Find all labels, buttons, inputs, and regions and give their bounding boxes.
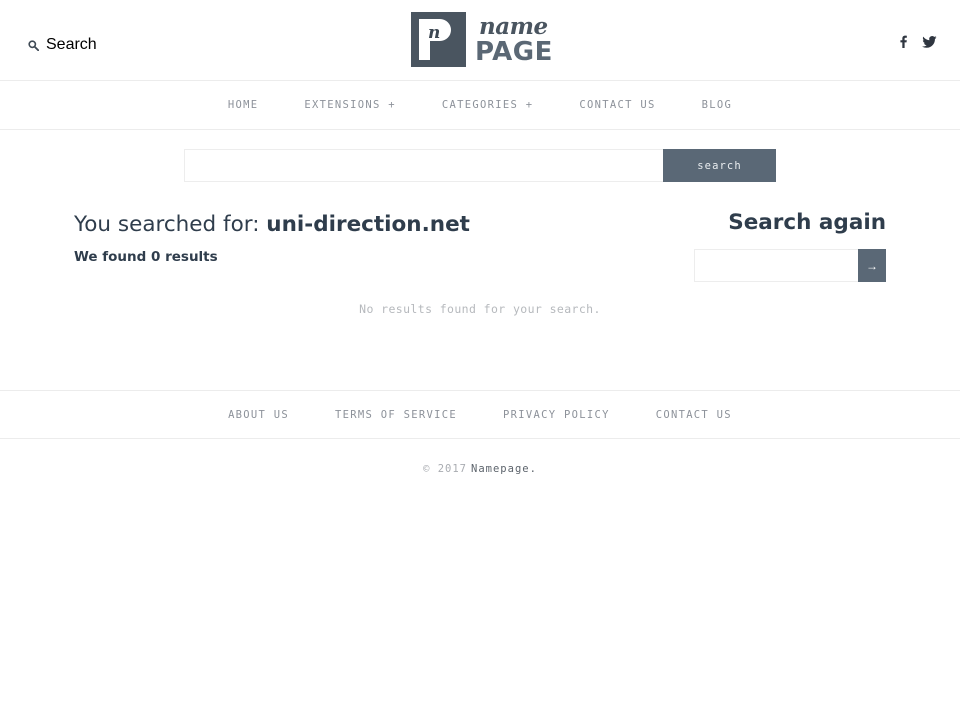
nav-item-blog[interactable]: BLOG [679, 99, 756, 111]
page-root: Search n name PAGE HOME EXTENSIONS + CAT… [0, 0, 960, 720]
nav-item-extensions[interactable]: EXTENSIONS + [281, 99, 418, 111]
nav-item-contact-us[interactable]: CONTACT US [556, 99, 678, 111]
header-search-label: Search [46, 36, 97, 53]
empty-results-message: No results found for your search. [359, 302, 601, 316]
search-query-term: uni-direction.net [266, 212, 470, 237]
site-logo[interactable]: n name PAGE [411, 12, 553, 67]
logo-mark-icon: n [411, 12, 466, 67]
footer-link-contact-us[interactable]: CONTACT US [633, 409, 755, 421]
hero-search-button[interactable]: search [663, 149, 776, 182]
twitter-icon[interactable] [922, 35, 937, 49]
svg-text:n: n [428, 23, 440, 43]
footer-link-about-us[interactable]: ABOUT US [205, 409, 312, 421]
logo-p-glyph: n [419, 19, 451, 60]
copyright-brand-link[interactable]: Namepage. [471, 463, 537, 475]
search-again-widget: Search again → [694, 210, 886, 282]
search-again-title: Search again [728, 210, 886, 235]
hero-search-input[interactable] [184, 149, 663, 182]
footer-navigation: ABOUT US TERMS OF SERVICE PRIVACY POLICY… [0, 390, 960, 439]
search-again-submit-button[interactable]: → [858, 249, 886, 282]
search-icon [28, 39, 39, 51]
footer-copyright: © 2017 Namepage. [0, 439, 960, 499]
facebook-icon[interactable] [896, 35, 910, 49]
searched-for-prefix: You searched for: [74, 212, 267, 237]
logo-page-text: PAGE [475, 36, 553, 67]
logo-wordmark: name PAGE [475, 15, 553, 65]
nav-item-home[interactable]: HOME [205, 99, 282, 111]
main-navigation: HOME EXTENSIONS + CATEGORIES + CONTACT U… [0, 81, 960, 130]
social-links [896, 35, 937, 49]
logo-name-text: name [479, 12, 548, 40]
hero-search-form: search [184, 149, 776, 182]
hero-search-section: search [0, 130, 960, 182]
search-results-section: You searched for: uni-direction.net We f… [0, 182, 960, 390]
footer-link-privacy-policy[interactable]: PRIVACY POLICY [480, 409, 633, 421]
search-again-form: → [694, 249, 886, 282]
search-again-input[interactable] [694, 249, 858, 282]
site-header: Search n name PAGE [0, 0, 960, 81]
results-count: We found 0 results [74, 249, 218, 265]
copyright-text: © 2017 [423, 463, 468, 475]
page-title: You searched for: uni-direction.net [74, 212, 494, 237]
nav-item-categories[interactable]: CATEGORIES + [419, 99, 556, 111]
footer-link-terms-of-service[interactable]: TERMS OF SERVICE [312, 409, 480, 421]
results-header: You searched for: uni-direction.net We f… [74, 212, 494, 265]
header-search-toggle[interactable]: Search [28, 36, 97, 54]
